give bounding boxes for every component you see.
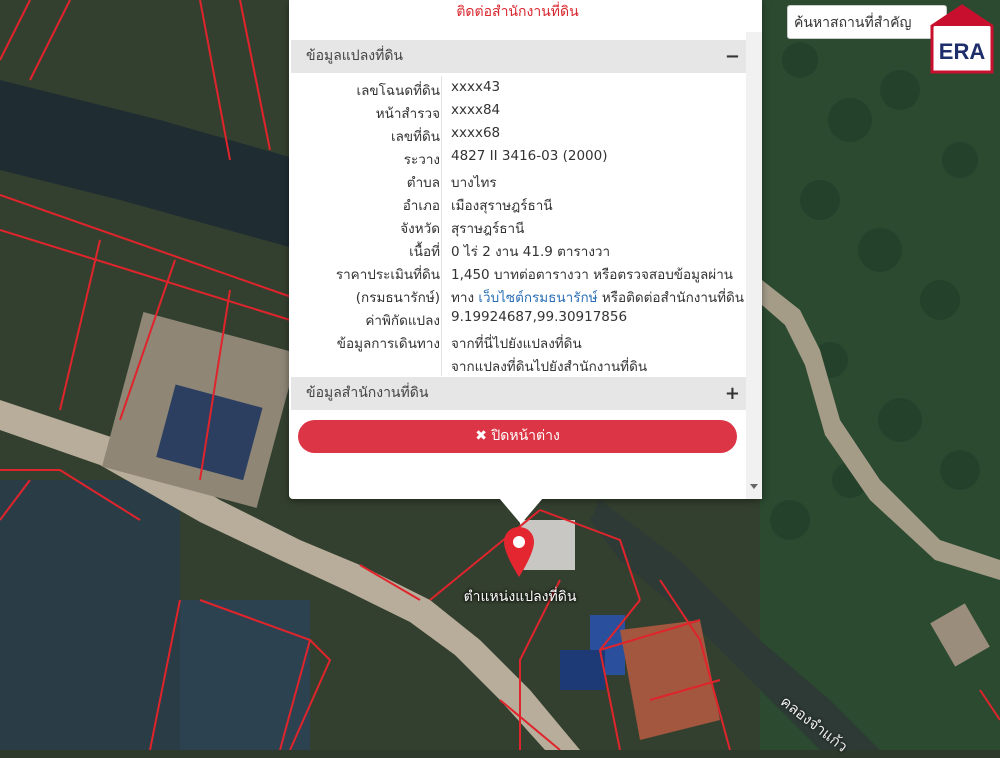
parcel-location-label: ตำแหน่งแปลงที่ดิน <box>463 589 577 605</box>
directions-to-office-link[interactable]: จากแปลงที่ดินไปยังสำนักงานที่ดิน <box>451 355 647 377</box>
table-row: หน้าสำรวจ xxxx84 <box>291 99 746 122</box>
logo-text: ERA <box>939 39 986 64</box>
row-label: อำเภอ <box>402 198 440 214</box>
row-value: 4827 II 3416-03 (2000) <box>451 148 608 164</box>
row-value: xxxx43 <box>451 79 501 95</box>
row-value: xxxx68 <box>451 125 501 141</box>
row-label: ตำบล <box>406 175 440 191</box>
directions-to-parcel-link[interactable]: จากที่นี่ไปยังแปลงที่ดิน <box>451 332 582 354</box>
expand-icon[interactable]: + <box>725 377 740 410</box>
table-row: จากแปลงที่ดินไปยังสำนักงานที่ดิน <box>291 352 746 375</box>
location-pin-icon[interactable] <box>504 527 534 577</box>
popup-scrollbar[interactable] <box>746 32 762 499</box>
era-logo: ERA <box>930 4 994 74</box>
row-label: (กรมธนารักษ์) <box>355 290 440 306</box>
row-value-pre: ทาง <box>451 290 479 306</box>
row-label: หน้าสำรวจ <box>375 106 440 122</box>
table-row: เลขที่ดิน xxxx68 <box>291 122 746 145</box>
table-row: ข้อมูลการเดินทาง จากที่นี่ไปยังแปลงที่ดิ… <box>291 329 746 352</box>
treasury-website-link[interactable]: เว็บไซต์กรมธนารักษ์ <box>478 290 597 306</box>
row-value-post: หรือติดต่อสำนักงานที่ดิน <box>597 290 745 306</box>
land-office-info-title: ข้อมูลสำนักงานที่ดิน <box>306 385 429 401</box>
parcel-info-title: ข้อมูลแปลงที่ดิน <box>306 48 404 64</box>
row-value: xxxx84 <box>451 102 501 118</box>
parcel-info-header[interactable]: ข้อมูลแปลงที่ดิน − <box>291 40 746 73</box>
row-value: สุราษฎร์ธานี <box>451 221 525 237</box>
scroll-down-icon[interactable] <box>750 484 758 489</box>
row-value: 0 ไร่ 2 งาน 41.9 ตารางวา <box>451 244 611 260</box>
row-label: เนื้อที่ <box>409 244 440 260</box>
table-row: ตำบล บางไทร <box>291 168 746 191</box>
row-label: เลขโฉนดที่ดิน <box>356 83 440 99</box>
row-label: ราคาประเมินที่ดิน <box>335 267 440 283</box>
table-row: ค่าพิกัดแปลง 9.19924687,99.30917856 <box>291 306 746 329</box>
coordinates-link[interactable]: 9.19924687,99.30917856 <box>451 309 627 325</box>
row-value: เมืองสุราษฎร์ธานี <box>451 198 553 214</box>
table-row: เลขโฉนดที่ดิน xxxx43 <box>291 76 746 99</box>
table-row: อำเภอ เมืองสุราษฎร์ธานี <box>291 191 746 214</box>
table-row: ระวาง 4827 II 3416-03 (2000) <box>291 145 746 168</box>
row-label: ข้อมูลการเดินทาง <box>336 336 440 352</box>
land-info-popup: ติดต่อสำนักงานที่ดิน ข้อมูลแปลงที่ดิน − … <box>289 0 762 499</box>
row-value: บางไทร <box>451 175 497 191</box>
close-window-button[interactable]: ✖ ปิดหน้าต่าง <box>298 420 737 453</box>
table-row: เนื้อที่ 0 ไร่ 2 งาน 41.9 ตารางวา <box>291 237 746 260</box>
table-row: ราคาประเมินที่ดิน 1,450 บาทต่อตารางวา หร… <box>291 260 746 283</box>
row-label: ระวาง <box>403 152 440 168</box>
popup-pointer <box>499 498 543 524</box>
contact-land-office-link[interactable]: ติดต่อสำนักงานที่ดิน <box>289 0 746 32</box>
collapse-icon[interactable]: − <box>725 40 740 73</box>
row-value: 1,450 บาทต่อตารางวา หรือตรวจสอบข้อมูลผ่า… <box>451 267 733 283</box>
row-value: ทาง เว็บไซต์กรมธนารักษ์ หรือติดต่อสำนักง… <box>451 286 744 308</box>
table-row: (กรมธนารักษ์) ทาง เว็บไซต์กรมธนารักษ์ หร… <box>291 283 746 306</box>
search-input[interactable]: ค้นหาสถานที่สำคัญ <box>787 5 947 39</box>
row-label: ค่าพิกัดแปลง <box>365 313 440 329</box>
table-row: จังหวัด สุราษฎร์ธานี <box>291 214 746 237</box>
row-label: เลขที่ดิน <box>390 129 440 145</box>
row-label: จังหวัด <box>400 221 440 237</box>
parcel-info-table: เลขโฉนดที่ดิน xxxx43 หน้าสำรวจ xxxx84 เล… <box>291 76 746 376</box>
land-office-info-header[interactable]: ข้อมูลสำนักงานที่ดิน + <box>291 377 746 410</box>
